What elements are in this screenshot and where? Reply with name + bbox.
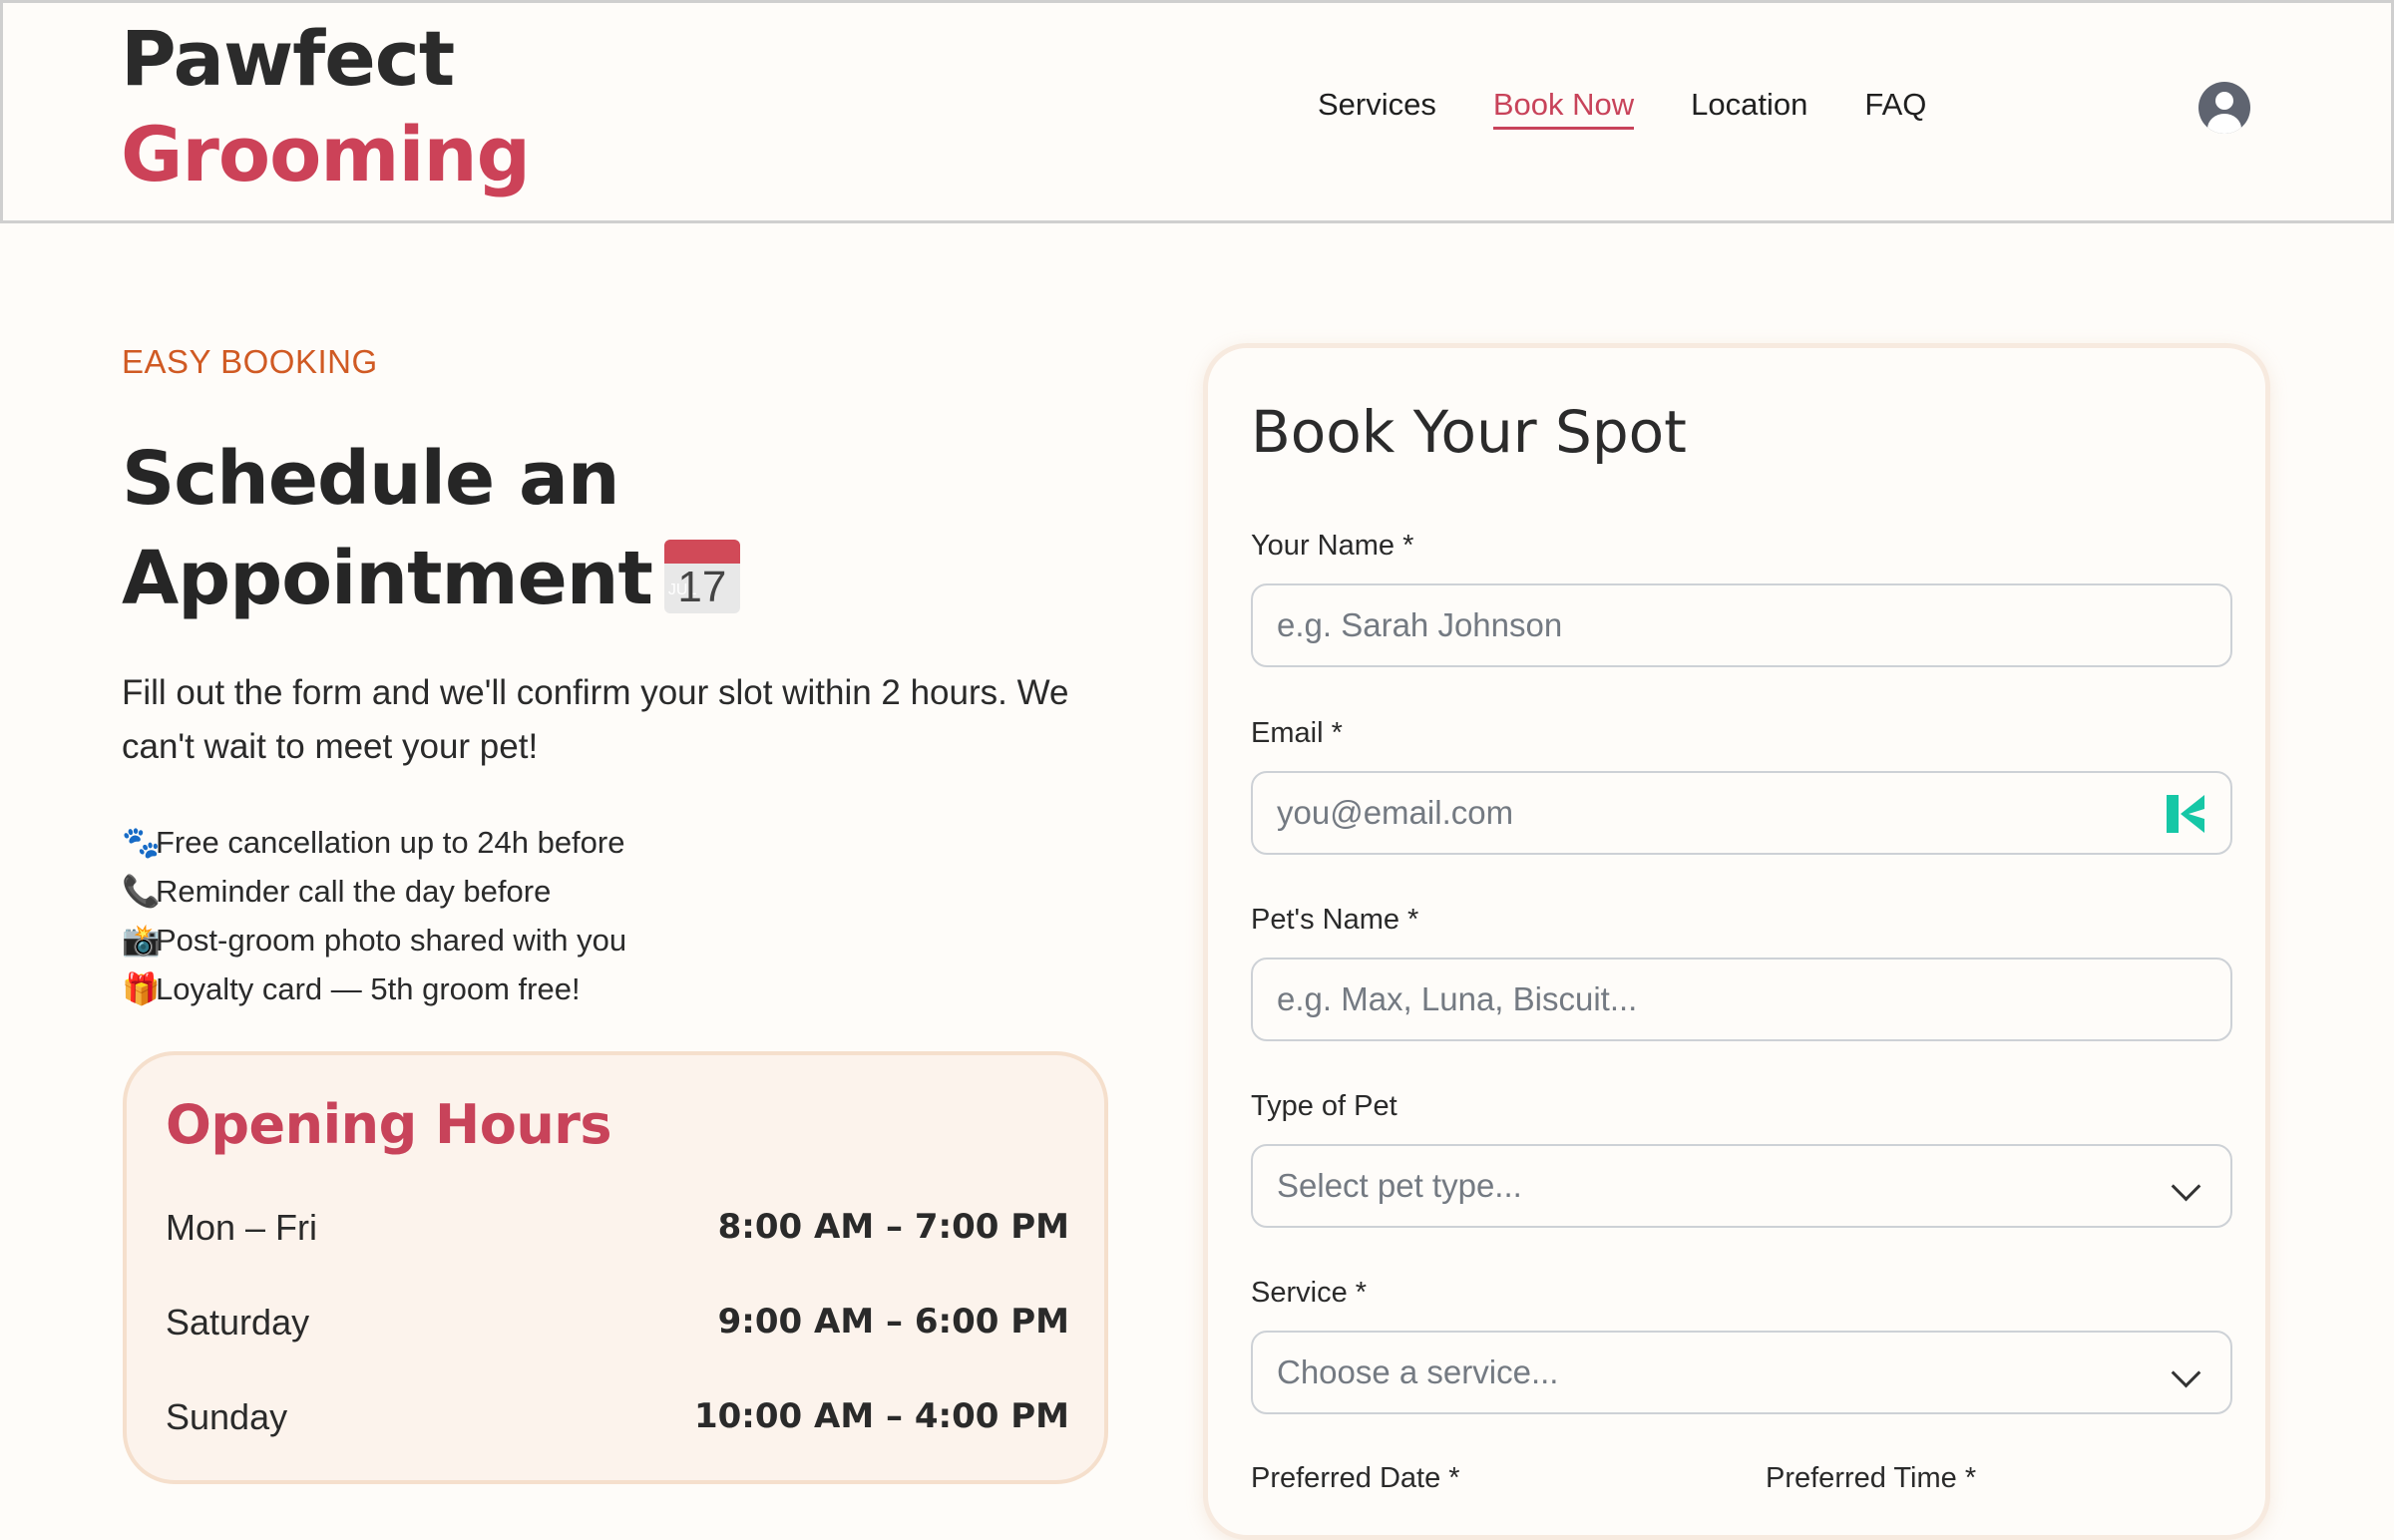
service-selected: Choose a service... xyxy=(1277,1353,1559,1390)
pet-name-input[interactable] xyxy=(1253,960,2230,1039)
pet-type-selected: Select pet type... xyxy=(1277,1167,1522,1204)
opening-hours-card: Opening Hours Mon – Fri 8:00 AM – 7:00 P… xyxy=(123,1051,1108,1484)
hours-time: 10:00 AM – 4:00 PM xyxy=(693,1396,1069,1436)
email-field-wrapper xyxy=(1251,771,2232,855)
autofill-extension-icon[interactable] xyxy=(2165,793,2206,835)
page-title-line-1: Schedule an xyxy=(122,436,620,522)
pet-type-select[interactable]: Select pet type... xyxy=(1251,1144,2232,1228)
gift-icon: 🎁 xyxy=(122,971,161,1006)
form-title: Book Your Spot xyxy=(1251,398,1687,466)
phone-icon: 📞 xyxy=(122,874,161,909)
perk-text: Loyalty card — 5th groom free! xyxy=(156,971,581,1006)
hours-row: Mon – Fri 8:00 AM – 7:00 PM xyxy=(166,1207,1069,1249)
name-label: Your Name * xyxy=(1251,530,1414,562)
name-field-wrapper xyxy=(1251,583,2232,667)
calendar-icon: JUL 17 xyxy=(663,540,740,614)
calendar-day: 17 xyxy=(677,563,727,612)
nav-book-now[interactable]: Book Now xyxy=(1492,87,1635,130)
chevron-down-icon xyxy=(2171,1357,2201,1388)
pet-type-label: Type of Pet xyxy=(1251,1090,1397,1122)
perk-text: Post-groom photo shared with you xyxy=(156,923,627,958)
chevron-down-icon xyxy=(2171,1171,2201,1202)
preferred-date-label: Preferred Date * xyxy=(1251,1462,1460,1494)
booking-form-card: Book Your Spot Your Name * Email * Pet's… xyxy=(1203,343,2270,1540)
name-input[interactable] xyxy=(1253,585,2230,665)
list-item: 📸Post-groom photo shared with you xyxy=(122,916,626,964)
hours-time: 8:00 AM – 7:00 PM xyxy=(717,1207,1069,1247)
main-nav: Services Book Now Location FAQ xyxy=(1318,87,1926,130)
opening-hours-title: Opening Hours xyxy=(166,1093,612,1156)
hours-day: Mon – Fri xyxy=(166,1207,318,1248)
page-title: Schedule an Appointment JUL 17 xyxy=(122,429,840,628)
list-item: 📞Reminder call the day before xyxy=(122,867,626,916)
perks-list: 🐾Free cancellation up to 24h before 📞Rem… xyxy=(122,818,626,1013)
logo-line-1: Pawfect xyxy=(121,14,455,103)
email-input[interactable] xyxy=(1253,773,2230,853)
hours-row: Saturday 9:00 AM – 6:00 PM xyxy=(166,1302,1069,1344)
avatar-body-shape xyxy=(2207,114,2241,134)
page-title-line-2: Appointment xyxy=(122,536,653,621)
nav-faq[interactable]: FAQ xyxy=(1864,87,1926,130)
list-item: 🎁Loyalty card — 5th groom free! xyxy=(122,964,626,1013)
preferred-time-label: Preferred Time * xyxy=(1766,1462,1977,1494)
paw-prints-icon: 🐾 xyxy=(122,825,161,860)
nav-location[interactable]: Location xyxy=(1691,87,1807,130)
perk-text: Free cancellation up to 24h before xyxy=(156,825,625,860)
pet-name-field-wrapper xyxy=(1251,958,2232,1041)
service-select[interactable]: Choose a service... xyxy=(1251,1331,2232,1414)
site-header: Pawfect Grooming Services Book Now Locat… xyxy=(0,0,2394,223)
user-avatar-icon[interactable] xyxy=(2198,82,2250,134)
list-item: 🐾Free cancellation up to 24h before xyxy=(122,818,626,867)
logo[interactable]: Pawfect Grooming xyxy=(121,11,531,202)
hours-row: Sunday 10:00 AM – 4:00 PM xyxy=(166,1396,1069,1438)
perk-text: Reminder call the day before xyxy=(156,874,552,909)
email-label: Email * xyxy=(1251,717,1343,749)
intro-text: Fill out the form and we'll confirm your… xyxy=(122,673,1069,766)
hours-day: Sunday xyxy=(166,1396,288,1437)
logo-line-2: Grooming xyxy=(121,110,531,198)
pet-name-label: Pet's Name * xyxy=(1251,904,1419,936)
nav-services[interactable]: Services xyxy=(1318,87,1436,130)
service-label: Service * xyxy=(1251,1277,1368,1309)
hours-day: Saturday xyxy=(166,1302,310,1343)
section-eyebrow: EASY BOOKING xyxy=(122,343,378,380)
hours-time: 9:00 AM – 6:00 PM xyxy=(717,1302,1069,1342)
camera-icon: 📸 xyxy=(122,923,161,958)
avatar-head-shape xyxy=(2215,92,2233,110)
